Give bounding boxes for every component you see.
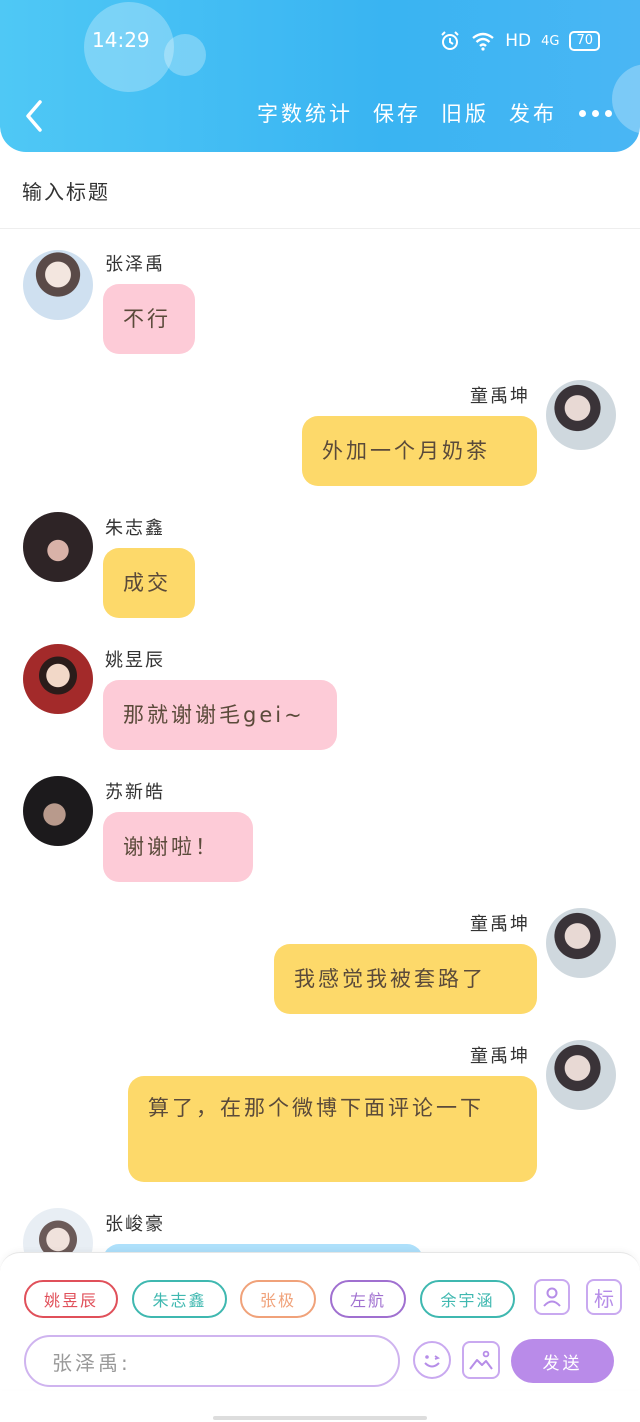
chat-message: 张泽禹 不行 bbox=[0, 230, 640, 360]
sender-name: 童禹坤 bbox=[470, 914, 530, 935]
sender-name: 朱志鑫 bbox=[105, 518, 165, 539]
signal-label: 4G bbox=[541, 33, 560, 49]
message-bubble[interactable]: 算了，在那个微博下面评论一下 bbox=[128, 1076, 537, 1182]
more-dot bbox=[579, 109, 586, 117]
role-chip[interactable]: 余宇涵 bbox=[420, 1280, 515, 1318]
message-bubble[interactable]: 外加一个月奶茶 bbox=[302, 416, 537, 486]
message-bubble[interactable]: 成交 bbox=[103, 548, 195, 618]
save-button[interactable]: 保存 bbox=[373, 98, 421, 128]
avatar[interactable] bbox=[546, 1040, 616, 1110]
title-row: 输入标题 bbox=[0, 152, 640, 229]
avatar[interactable] bbox=[23, 776, 93, 846]
role-chip[interactable]: 张极 bbox=[240, 1280, 316, 1318]
more-dot bbox=[605, 109, 612, 117]
battery-indicator: 70 bbox=[569, 31, 600, 51]
top-header: 14:29 HD 4G 70 字数统计 保存 旧版 发布 bbox=[0, 0, 640, 152]
role-chip[interactable]: 朱志鑫 bbox=[132, 1280, 227, 1318]
chevron-left-icon bbox=[26, 100, 42, 132]
toolbar-actions: 字数统计 保存 旧版 发布 bbox=[237, 98, 612, 128]
sender-name: 童禹坤 bbox=[470, 1046, 530, 1067]
image-icon bbox=[469, 1350, 493, 1370]
composer-panel: 姚昱辰 朱志鑫 张极 左航 余宇涵 标 张泽禹: 发送 bbox=[0, 1252, 640, 1389]
message-bubble[interactable]: 谢谢啦！ bbox=[103, 812, 253, 882]
role-manage-button[interactable] bbox=[534, 1279, 570, 1315]
emoji-button[interactable] bbox=[413, 1341, 451, 1379]
title-input[interactable]: 输入标题 bbox=[22, 176, 110, 205]
sender-name: 张泽禹 bbox=[105, 254, 165, 275]
chat-message: 张峻豪 bbox=[0, 1190, 640, 1252]
status-time: 14:29 bbox=[92, 28, 150, 52]
home-indicator bbox=[213, 1416, 427, 1420]
role-chip[interactable]: 姚昱辰 bbox=[24, 1280, 118, 1318]
sender-name: 童禹坤 bbox=[470, 386, 530, 407]
back-button[interactable] bbox=[20, 96, 50, 136]
alarm-icon bbox=[441, 31, 459, 50]
more-options-button[interactable] bbox=[579, 104, 612, 123]
word-count-button[interactable]: 字数统计 bbox=[257, 98, 353, 128]
chat-message: 朱志鑫 成交 bbox=[0, 492, 640, 624]
send-button[interactable]: 发送 bbox=[511, 1339, 614, 1383]
old-version-button[interactable]: 旧版 bbox=[441, 98, 489, 128]
publish-button[interactable]: 发布 bbox=[509, 98, 557, 128]
decorative-bubble bbox=[612, 64, 640, 134]
avatar[interactable] bbox=[23, 512, 93, 582]
avatar[interactable] bbox=[546, 380, 616, 450]
chat-message: 童禹坤 我感觉我被套路了 bbox=[0, 888, 640, 1020]
chat-area[interactable]: 张泽禹 不行 童禹坤 外加一个月奶茶 朱志鑫 成交 姚昱辰 那就谢谢毛gei~ … bbox=[0, 230, 640, 1252]
message-bubble[interactable]: 不行 bbox=[103, 284, 195, 354]
avatar[interactable] bbox=[23, 644, 93, 714]
image-button[interactable] bbox=[462, 1341, 500, 1379]
role-chip[interactable]: 左航 bbox=[330, 1280, 406, 1318]
message-bubble[interactable] bbox=[103, 1244, 423, 1252]
sender-name: 姚昱辰 bbox=[105, 650, 165, 671]
chat-message: 童禹坤 算了，在那个微博下面评论一下 bbox=[0, 1020, 640, 1190]
message-input[interactable]: 张泽禹: bbox=[24, 1335, 400, 1387]
avatar[interactable] bbox=[23, 1208, 93, 1252]
avatar[interactable] bbox=[23, 250, 93, 320]
decorative-bubble bbox=[164, 34, 206, 76]
message-bubble[interactable]: 我感觉我被套路了 bbox=[274, 944, 537, 1014]
person-card-icon bbox=[543, 1287, 561, 1307]
smile-icon bbox=[424, 1355, 441, 1368]
chat-message: 苏新皓 谢谢啦！ bbox=[0, 756, 640, 888]
sender-name: 张峻豪 bbox=[105, 1214, 165, 1235]
tag-button[interactable]: 标 bbox=[586, 1279, 622, 1315]
avatar[interactable] bbox=[546, 908, 616, 978]
more-dot bbox=[592, 109, 599, 117]
wifi-icon bbox=[472, 32, 494, 51]
status-icons: HD 4G 70 bbox=[439, 30, 600, 52]
message-bubble[interactable]: 那就谢谢毛gei~ bbox=[103, 680, 337, 750]
network-type: HD bbox=[505, 31, 532, 51]
chat-message: 姚昱辰 那就谢谢毛gei~ bbox=[0, 624, 640, 756]
chat-message: 童禹坤 外加一个月奶茶 bbox=[0, 360, 640, 492]
sender-name: 苏新皓 bbox=[105, 782, 165, 803]
